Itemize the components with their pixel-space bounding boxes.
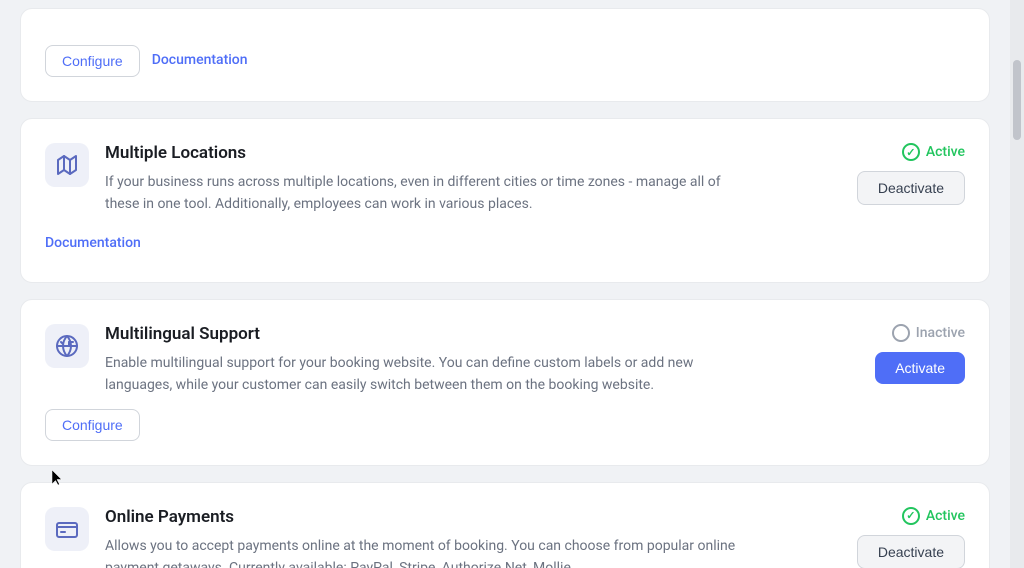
online-payments-right: Active Deactivate: [857, 507, 965, 568]
online-payments-title: Online Payments: [105, 507, 837, 527]
payment-icon: [45, 507, 89, 551]
documentation-link-multiple-locations[interactable]: Documentation: [45, 228, 141, 258]
online-payments-left: Online Payments Allows you to accept pay…: [45, 507, 837, 568]
multiple-locations-left: Multiple Locations If your business runs…: [45, 143, 837, 216]
active-status-icon: [902, 143, 920, 161]
online-payments-description: Allows you to accept payments online at …: [105, 535, 745, 568]
online-payments-card: Online Payments Allows you to accept pay…: [20, 482, 990, 568]
multilingual-support-body: Multilingual Support Enable multilingual…: [105, 324, 855, 397]
multilingual-support-status-label: Inactive: [916, 325, 965, 341]
online-payments-status-label: Active: [926, 508, 965, 524]
multilingual-support-card: Multilingual Support Enable multilingual…: [20, 299, 990, 466]
multilingual-support-status: Inactive: [892, 324, 965, 342]
online-payments-body: Online Payments Allows you to accept pay…: [105, 507, 837, 568]
online-payments-active-icon: [902, 507, 920, 525]
online-payments-header: Online Payments Allows you to accept pay…: [45, 507, 965, 568]
multilingual-support-left: Multilingual Support Enable multilingual…: [45, 324, 855, 397]
scrollbar-thumb[interactable]: [1013, 60, 1021, 140]
inactive-status-icon: [892, 324, 910, 342]
top-partial-card: Configure Documentation: [20, 8, 990, 102]
multiple-locations-body: Multiple Locations If your business runs…: [105, 143, 837, 216]
multiple-locations-deactivate-button[interactable]: Deactivate: [857, 171, 965, 205]
multiple-locations-right: Active Deactivate: [857, 143, 965, 205]
multiple-locations-actions: Documentation: [45, 228, 965, 258]
top-card-actions: Configure Documentation: [45, 45, 965, 77]
multiple-locations-status: Active: [902, 143, 965, 161]
multilingual-support-title: Multilingual Support: [105, 324, 855, 344]
multilingual-support-description: Enable multilingual support for your boo…: [105, 352, 745, 397]
multiple-locations-card: Multiple Locations If your business runs…: [20, 118, 990, 283]
multiple-locations-title: Multiple Locations: [105, 143, 837, 163]
multilingual-support-actions: Configure: [45, 409, 965, 441]
multiple-locations-header: Multiple Locations If your business runs…: [45, 143, 965, 216]
configure-button-multilingual[interactable]: Configure: [45, 409, 140, 441]
configure-button-top[interactable]: Configure: [45, 45, 140, 77]
scrollbar-track[interactable]: [1010, 0, 1024, 568]
online-payments-deactivate-button[interactable]: Deactivate: [857, 535, 965, 568]
online-payments-status: Active: [902, 507, 965, 525]
multiple-locations-description: If your business runs across multiple lo…: [105, 171, 745, 216]
documentation-link-top[interactable]: Documentation: [152, 45, 248, 77]
multilingual-support-right: Inactive Activate: [875, 324, 965, 384]
multiple-locations-status-label: Active: [926, 144, 965, 160]
multilingual-support-header: Multilingual Support Enable multilingual…: [45, 324, 965, 397]
multilingual-support-activate-button[interactable]: Activate: [875, 352, 965, 384]
language-icon: [45, 324, 89, 368]
map-icon: [45, 143, 89, 187]
